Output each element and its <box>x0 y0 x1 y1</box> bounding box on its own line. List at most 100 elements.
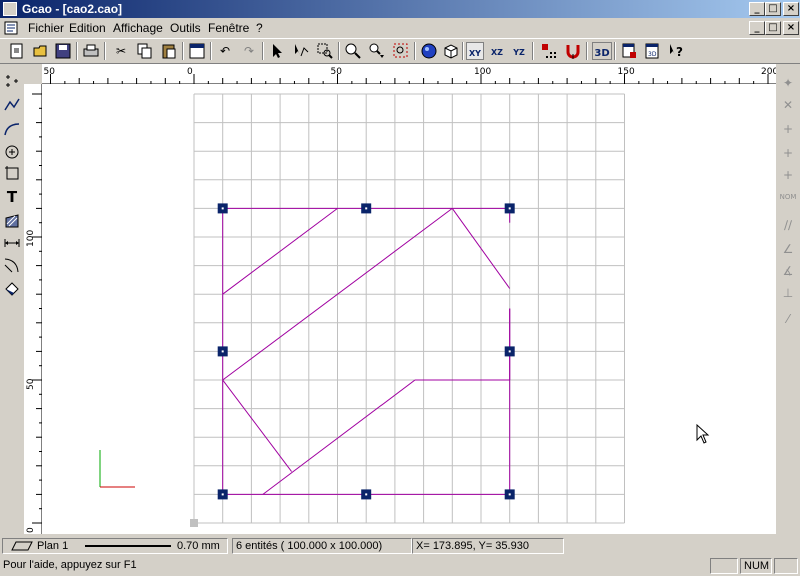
entities-count: 6 entités ( 100.000 x 100.000) <box>232 538 412 554</box>
snap-nom-icon[interactable]: NOM <box>779 188 797 206</box>
plane-yz-icon[interactable]: YZ <box>510 42 528 60</box>
snap-center-icon[interactable]: + <box>779 166 797 184</box>
point-tool-icon[interactable] <box>3 72 21 90</box>
ruler-label: 50 <box>26 378 36 390</box>
hatch-tool-icon[interactable] <box>3 212 21 230</box>
zoom-dynamic-icon[interactable] <box>368 42 386 60</box>
cube-icon[interactable] <box>442 42 460 60</box>
num-lock-indicator: NUM <box>740 558 772 574</box>
open-icon[interactable] <box>32 42 50 60</box>
status-bar-bottom: Pour l'aide, appuyez sur F1 NUM <box>0 556 800 576</box>
vertical-ruler: 100 50 0 <box>24 84 42 534</box>
snap-parallel-icon[interactable]: ∕∕ <box>779 216 797 234</box>
snap-perpendicular-icon[interactable]: ∡ <box>779 262 797 280</box>
left-drawing-toolbar: T <box>0 66 24 536</box>
redo-icon[interactable]: ↷ <box>240 42 258 60</box>
undo-icon[interactable]: ↶ <box>216 42 234 60</box>
app-icon[interactable] <box>3 2 17 16</box>
menu-bar: Fichier Edition Affichage Outils Fenêtre… <box>0 18 800 38</box>
doc-minimize-button[interactable]: _ <box>749 21 765 35</box>
shape-segment[interactable] <box>222 379 292 472</box>
circle-tool-icon[interactable] <box>3 142 21 160</box>
doc-restore-button[interactable]: □ <box>765 21 781 35</box>
paste-icon[interactable] <box>160 42 178 60</box>
svg-text:3D: 3D <box>648 51 657 58</box>
print-icon[interactable] <box>82 42 100 60</box>
fill-tool-icon[interactable] <box>3 280 21 298</box>
help-text: Pour l'aide, appuyez sur F1 <box>3 559 137 571</box>
ruler-label: 100 <box>474 67 491 77</box>
plane-name: Plan 1 <box>37 540 69 552</box>
menu-help[interactable]: ? <box>256 21 263 35</box>
curve-tool-icon[interactable] <box>3 120 21 138</box>
plane-xy-icon[interactable]: XY <box>466 42 484 60</box>
snap-end-icon[interactable]: + <box>779 120 797 138</box>
close-button[interactable]: × <box>783 2 799 16</box>
magnet-icon[interactable] <box>564 42 582 60</box>
minimize-button[interactable]: _ <box>749 2 765 16</box>
print-preview-icon[interactable] <box>620 42 638 60</box>
save-icon[interactable] <box>54 42 72 60</box>
cursor-coordinates: X= 173.895, Y= 35.930 <box>412 538 564 554</box>
cut-icon[interactable]: ✂ <box>112 42 130 60</box>
line-width-value: 0.70 mm <box>177 540 220 552</box>
document-icon[interactable] <box>4 21 18 35</box>
grid <box>193 93 625 524</box>
selection-handle-center <box>221 207 224 210</box>
zoom-all-icon[interactable] <box>392 42 410 60</box>
title-bar: Gcao - [cao2.cao] _ □ × <box>0 0 800 18</box>
snap-mid-icon[interactable]: + <box>779 144 797 162</box>
right-snap-toolbar: ✦ ✕ + + + NOM ∕∕ ∠ ∡ ⊥ ⁄ <box>776 66 800 536</box>
menu-affichage[interactable]: Affichage <box>113 21 163 35</box>
selection-handle-center <box>221 493 224 496</box>
select-arrow-icon[interactable] <box>268 42 286 60</box>
grid-snap-icon[interactable] <box>540 42 558 60</box>
new-icon[interactable] <box>8 42 26 60</box>
ruler-label: 50 <box>44 67 56 77</box>
rectangle-tool-icon[interactable] <box>3 164 21 182</box>
help-pointer-icon[interactable]: ? <box>668 42 686 60</box>
selection-handle-center <box>365 207 368 210</box>
snap-tangent-icon[interactable]: ⊥ <box>779 284 797 302</box>
select-node-icon[interactable] <box>292 42 310 60</box>
copy-icon[interactable] <box>136 42 154 60</box>
dimension-tool-icon[interactable] <box>3 234 21 252</box>
doc-close-button[interactable]: × <box>783 21 799 35</box>
properties-icon[interactable] <box>188 42 206 60</box>
main-toolbar: ✂ ↶ ↷ XY XZ YZ 3D 3D ? <box>0 38 800 64</box>
vertical-ruler-ticks: 100 50 0 <box>26 93 42 533</box>
mouse-cursor-icon <box>696 423 710 444</box>
maximize-button[interactable]: □ <box>765 2 781 16</box>
menu-fichier[interactable]: Fichier <box>28 21 64 35</box>
drawing-area[interactable] <box>42 84 776 534</box>
menu-edition[interactable]: Edition <box>69 21 106 35</box>
selection-handle-center <box>221 350 224 353</box>
snap-point-icon[interactable]: ✦ <box>779 74 797 92</box>
status-indicator-caps <box>710 558 738 574</box>
plane-line-panel[interactable]: Plan 1 0.70 mm <box>2 538 228 554</box>
ruler-corner <box>24 64 42 84</box>
snap-angle-icon[interactable]: ∠ <box>779 240 797 258</box>
menu-fenetre[interactable]: Fenêtre <box>208 21 249 35</box>
plane-xz-icon[interactable]: XZ <box>488 42 506 60</box>
selection-handle-center <box>508 493 511 496</box>
menu-outils[interactable]: Outils <box>170 21 201 35</box>
horizontal-ruler: 50 0 50 100 150 200 <box>42 64 778 84</box>
sphere-icon[interactable] <box>420 42 438 60</box>
arc-tool-icon[interactable] <box>3 256 21 274</box>
view-3d-icon[interactable]: 3D <box>592 42 612 60</box>
zoom-window-icon[interactable] <box>316 42 334 60</box>
drawing-canvas[interactable] <box>42 84 776 534</box>
ruler-label: 100 <box>26 230 36 247</box>
snap-cross-icon[interactable]: ✕ <box>779 96 797 114</box>
svg-text:?: ? <box>676 45 683 59</box>
selection-handle-center <box>508 207 511 210</box>
zoom-icon[interactable] <box>344 42 362 60</box>
export-3d-icon[interactable]: 3D <box>644 42 662 60</box>
text-tool-icon[interactable]: T <box>3 188 21 206</box>
status-bar-top: Plan 1 0.70 mm 6 entités ( 100.000 x 100… <box>0 536 800 556</box>
horizontal-ruler-ticks: 50 0 50 100 150 200 <box>44 67 778 84</box>
window-title: Gcao - [cao2.cao] <box>22 2 123 16</box>
polyline-tool-icon[interactable] <box>3 96 21 114</box>
snap-extend-icon[interactable]: ⁄ <box>779 310 797 328</box>
